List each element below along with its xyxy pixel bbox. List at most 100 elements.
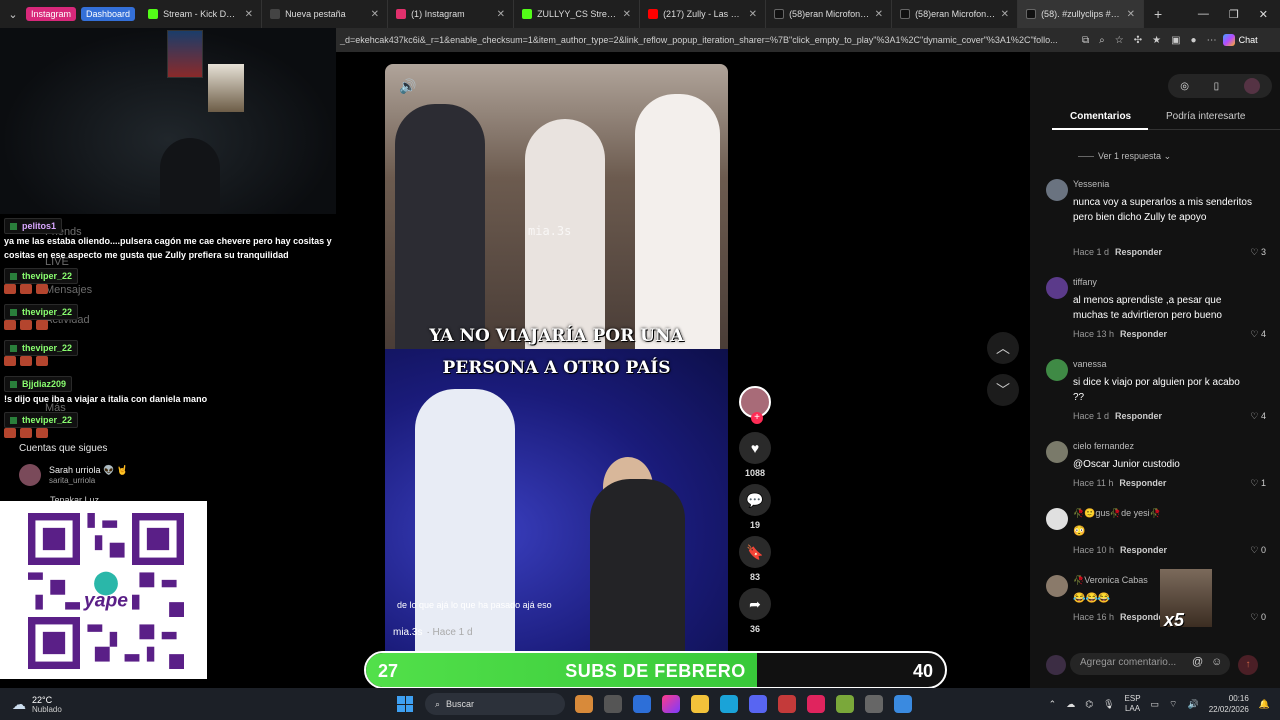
taskbar-search[interactable]: ⌕ Buscar <box>425 693 565 715</box>
avatar[interactable] <box>1046 277 1068 299</box>
tab-new-tab[interactable]: Nueva pestaña ✕ <box>262 0 389 28</box>
video-author[interactable]: mia.3s · Hace 1 d <box>393 627 473 638</box>
weather-widget[interactable]: ☁ 22°C Nublado <box>0 695 380 714</box>
view-replies-link[interactable]: Ver 1 respuesta ⌄ <box>1078 151 1171 162</box>
collections-icon[interactable]: ▣ <box>1171 35 1180 46</box>
wifi-icon[interactable]: ⌔ <box>1169 699 1177 710</box>
previous-video-button[interactable]: ︿ <box>987 332 1019 364</box>
close-icon[interactable]: ✕ <box>371 9 379 20</box>
chat-username[interactable]: theviper_22 <box>4 340 79 356</box>
minimize-icon[interactable]: — <box>1198 8 1209 21</box>
edge-icon[interactable] <box>720 695 738 713</box>
monitor-icon[interactable]: ▭ <box>1151 699 1160 710</box>
profile-avatar[interactable]: ● <box>1191 35 1197 46</box>
mute-icon[interactable]: 🔊 <box>399 78 416 95</box>
comment-like-button[interactable]: ♡ 1 <box>1250 478 1266 489</box>
new-tab-button[interactable]: + <box>1144 6 1172 22</box>
share-button[interactable]: ➦ <box>739 588 771 620</box>
extensions-icon[interactable]: ✣ <box>1134 35 1142 46</box>
following-item[interactable]: Sarah urriola 👽 🤘 sarita_urriola <box>19 464 128 486</box>
close-window-icon[interactable]: ✕ <box>1259 8 1268 21</box>
store-icon[interactable] <box>633 695 651 713</box>
send-comment-button[interactable]: ↑ <box>1238 655 1258 675</box>
open-in-app-icon[interactable]: ⧉ <box>1082 35 1089 46</box>
emoji-icon[interactable]: ☺ <box>1211 656 1222 668</box>
tiktok-app-icon[interactable] <box>807 695 825 713</box>
avatar[interactable] <box>1046 575 1068 597</box>
comment-like-button[interactable]: ♡ 0 <box>1250 612 1266 623</box>
onedrive-icon[interactable]: ☁ <box>1066 699 1075 710</box>
reply-button[interactable]: Responder <box>1115 247 1162 257</box>
reply-button[interactable]: Responder <box>1120 329 1167 339</box>
comment-like-button[interactable]: ♡ 0 <box>1250 545 1266 556</box>
comment-button[interactable]: 💬 <box>739 484 771 516</box>
microphone-icon[interactable]: 🎙 <box>1103 699 1114 710</box>
tab-search-icon[interactable]: ⌄ <box>0 0 26 28</box>
volume-icon[interactable]: 🔊 <box>1188 699 1199 710</box>
maximize-icon[interactable]: ❐ <box>1229 8 1239 21</box>
chat-username[interactable]: pelitos1 <box>4 218 63 234</box>
windows-start-icon[interactable] <box>397 696 413 712</box>
reply-button[interactable]: Responder <box>1119 478 1166 488</box>
copilot-app-icon[interactable] <box>662 695 680 713</box>
tab-zullyy-stream[interactable]: ZULLYY_CS Stream - Wa✕ <box>514 0 641 28</box>
close-icon[interactable]: ✕ <box>749 9 757 20</box>
tab-comments[interactable]: Comentarios <box>1070 111 1131 122</box>
avatar[interactable] <box>1046 359 1068 381</box>
video-player[interactable]: 🔊 mia.3s YA NO VIAJARÍA POR UNA PERSONA … <box>385 64 728 654</box>
chat-username[interactable]: theviper_22 <box>4 304 79 320</box>
close-icon[interactable]: ✕ <box>623 9 631 20</box>
profile-avatar[interactable] <box>1243 78 1260 94</box>
tab-group-dashboard[interactable]: Dashboard <box>81 7 136 21</box>
tab-tiktok-2[interactable]: (58)eran Microfonos* ✕ <box>892 0 1019 28</box>
chevron-up-icon[interactable]: ⌃ <box>1049 699 1057 710</box>
discord-icon[interactable] <box>749 695 767 713</box>
avatar[interactable] <box>1046 508 1068 530</box>
reply-button[interactable]: Responder <box>1115 411 1162 421</box>
burger-widget-icon[interactable] <box>575 695 593 713</box>
tf-app-icon[interactable] <box>778 695 796 713</box>
tab-tiktok-1[interactable]: (58)eran Microfonos* ✕ <box>766 0 893 28</box>
compass-icon[interactable]: ◎ <box>1180 81 1189 92</box>
steam-icon[interactable] <box>865 695 883 713</box>
avatar[interactable] <box>1046 179 1068 201</box>
creator-avatar[interactable]: + <box>739 386 771 424</box>
more-menu-icon[interactable]: ⋯ <box>1207 35 1217 46</box>
tab-tiktok-active[interactable]: (58). #zullyclips #zully #✕ <box>1018 0 1145 28</box>
file-explorer-icon[interactable] <box>691 695 709 713</box>
tab-instagram[interactable]: (1) Instagram ✕ <box>388 0 515 28</box>
like-button[interactable]: ♥ <box>739 432 771 464</box>
close-icon[interactable]: ✕ <box>245 9 253 20</box>
close-icon[interactable]: ✕ <box>1001 9 1009 20</box>
favorites-icon[interactable]: ★ <box>1152 35 1161 46</box>
tab-kick-dashboard[interactable]: Stream - Kick Dashboard✕ <box>140 0 263 28</box>
save-button[interactable]: 🔖 <box>739 536 771 568</box>
reply-button[interactable]: Responder <box>1120 545 1167 555</box>
tab-group-instagram[interactable]: Instagram <box>26 7 77 21</box>
clock[interactable]: 00:16 22/02/2026 <box>1209 693 1249 715</box>
comment-like-button[interactable]: ♡ 4 <box>1250 411 1266 422</box>
notifications-icon[interactable]: 🔔 <box>1259 699 1270 710</box>
green-app-icon[interactable] <box>836 695 854 713</box>
close-icon[interactable]: ✕ <box>875 9 883 20</box>
copilot-chat-button[interactable]: Chat <box>1222 34 1258 46</box>
comment-like-button[interactable]: ♡ 3 <box>1250 247 1266 258</box>
chat-username[interactable]: Bjjdiaz209 <box>4 376 73 392</box>
phone-icon[interactable]: ▯ <box>1214 81 1220 92</box>
language-indicator[interactable]: ESP LAA <box>1125 694 1141 714</box>
chat-username[interactable]: theviper_22 <box>4 268 79 284</box>
chat-username[interactable]: theviper_22 <box>4 412 79 428</box>
next-video-button[interactable]: ﹀ <box>987 374 1019 406</box>
active-app-icon[interactable] <box>894 695 912 713</box>
tab-interesting[interactable]: Podría interesarte <box>1166 111 1246 122</box>
favorite-star-icon[interactable]: ☆ <box>1115 35 1124 46</box>
follow-plus-icon[interactable]: + <box>751 412 763 424</box>
network-icon[interactable]: ⌬ <box>1085 699 1093 710</box>
task-view-icon[interactable] <box>604 695 622 713</box>
avatar[interactable] <box>1046 441 1068 463</box>
tab-youtube-zully[interactable]: (217) Zully - Las Bonitas✕ <box>640 0 767 28</box>
mention-icon[interactable]: @ <box>1192 656 1203 668</box>
url-field[interactable]: _d=ekehcak437kc6i&_r=1&enable_checksum=1… <box>336 35 1074 45</box>
comment-like-button[interactable]: ♡ 4 <box>1250 329 1266 340</box>
zoom-icon[interactable]: ⌕ <box>1099 35 1105 46</box>
